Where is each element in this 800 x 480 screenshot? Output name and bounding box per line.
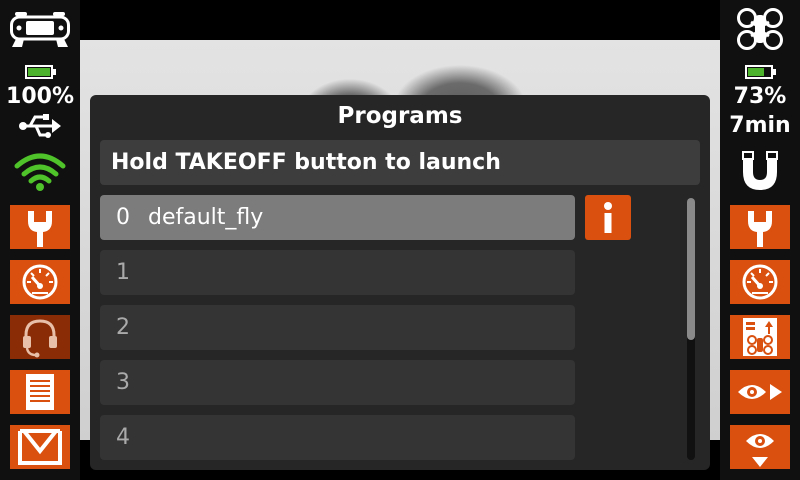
drone-icon xyxy=(737,8,783,50)
drone-calibration-button[interactable] xyxy=(730,315,790,359)
headset-icon xyxy=(23,319,57,358)
program-index: 3 xyxy=(116,370,130,395)
program-row[interactable]: 4 xyxy=(100,415,575,460)
eye-down-button[interactable] xyxy=(730,425,790,469)
info-icon xyxy=(604,202,612,233)
controller-battery-percent: 100% xyxy=(6,84,74,109)
program-list-scrollbar[interactable] xyxy=(687,198,695,460)
program-row[interactable]: 2 xyxy=(100,305,575,350)
wifi-icon xyxy=(14,153,66,191)
gauge-icon xyxy=(742,264,778,300)
magnet-icon xyxy=(742,151,778,190)
right-sidebar: 73% 7min xyxy=(720,0,800,480)
drone-battery-icon xyxy=(745,65,776,79)
drone-gauge-button[interactable] xyxy=(730,260,790,304)
download-icon xyxy=(18,429,62,465)
gauge-button[interactable] xyxy=(10,260,70,304)
scrollbar-thumb[interactable] xyxy=(687,198,695,340)
program-index: 4 xyxy=(116,425,130,450)
program-index: 2 xyxy=(116,315,130,340)
program-row[interactable]: 1 xyxy=(100,250,575,295)
program-index: 1 xyxy=(116,260,130,285)
drone-battery-percent: 73% xyxy=(733,84,787,109)
program-info-button[interactable] xyxy=(585,195,631,240)
document-icon xyxy=(26,374,54,410)
usb-icon xyxy=(19,114,61,138)
eye-forward-icon xyxy=(738,384,782,400)
headset-button[interactable] xyxy=(10,315,70,359)
launch-hint-banner: Hold TAKEOFF button to launch xyxy=(100,140,700,185)
wrench-icon xyxy=(748,211,772,247)
drone-calibration-icon xyxy=(743,318,777,356)
settings-button[interactable] xyxy=(10,205,70,249)
drone-settings-button[interactable] xyxy=(730,205,790,249)
program-row[interactable]: 0 default_fly xyxy=(100,195,575,240)
left-sidebar: 100% xyxy=(0,0,80,480)
gauge-icon xyxy=(22,264,58,300)
program-name: default_fly xyxy=(148,205,264,230)
program-row[interactable]: 3 xyxy=(100,360,575,405)
program-index: 0 xyxy=(116,205,130,230)
document-button[interactable] xyxy=(10,370,70,414)
download-button[interactable] xyxy=(10,425,70,469)
eye-down-icon xyxy=(746,434,774,467)
controller-battery-icon xyxy=(25,65,56,79)
controller-icon xyxy=(10,12,70,47)
wrench-icon xyxy=(28,211,52,247)
dialog-title: Programs xyxy=(337,103,463,129)
programs-dialog: Programs Hold TAKEOFF button to launch 0… xyxy=(90,95,710,470)
eye-forward-button[interactable] xyxy=(730,370,790,414)
flight-time-remaining: 7min xyxy=(729,113,791,138)
